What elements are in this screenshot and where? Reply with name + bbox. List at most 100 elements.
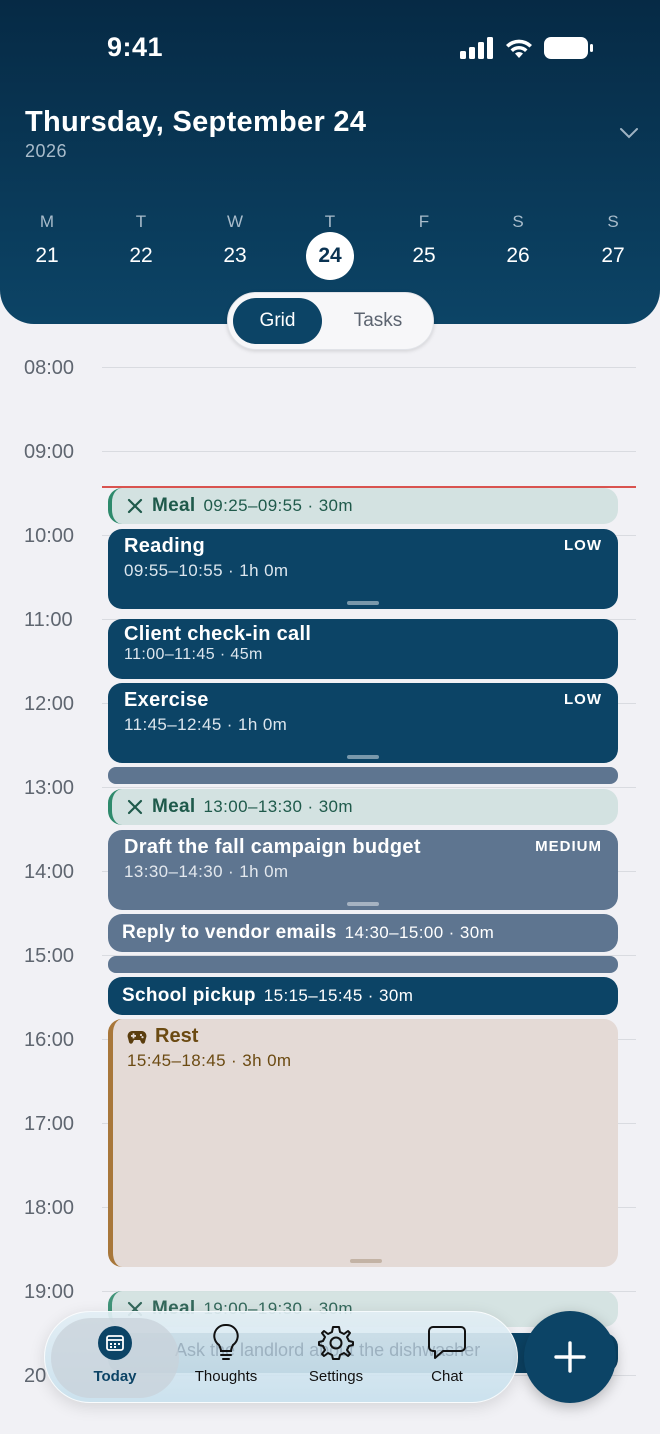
hour-label: 16:00 (24, 1029, 75, 1051)
day-letter: F (418, 212, 430, 231)
priority-badge: MEDIUM (535, 838, 602, 855)
hour-label: 17:00 (24, 1113, 75, 1135)
cellular-signal-icon (460, 37, 493, 59)
tab-label: Thoughts (194, 1368, 258, 1385)
hour-label: 11:00 (24, 609, 73, 631)
hour-line (102, 367, 636, 368)
status-icons (460, 36, 594, 60)
hour-label: 10:00 (24, 525, 75, 547)
event-time: 13:30–14:30 · 1h 0m (124, 862, 289, 881)
plus-icon (554, 1341, 586, 1373)
event-vendor-content: Reply to vendor emails 14:30–15:00 · 30m (122, 914, 494, 952)
event-title: Client check-in call (124, 623, 312, 645)
chevron-down-icon[interactable] (618, 122, 640, 144)
hour-label: 18:00 (24, 1197, 75, 1219)
day-mon[interactable]: M 21 (22, 210, 72, 290)
event-meal-content: Meal 09:25–09:55 · 30m (126, 488, 353, 524)
grid-tab[interactable]: Grid (233, 298, 322, 344)
gamepad-icon (127, 1030, 147, 1044)
resize-handle[interactable] (347, 755, 379, 759)
event-title: School pickup (122, 985, 256, 1006)
event-client-call[interactable]: Client check-in call 11:00–11:45 · 45m (108, 619, 618, 679)
event-time: 09:55–10:55 · 1h 0m (124, 561, 289, 580)
fork-knife-icon (127, 799, 143, 815)
resize-handle[interactable] (347, 601, 379, 605)
event-time: 09:25–09:55 · 30m (203, 496, 353, 515)
hour-label: 12:00 (24, 693, 75, 715)
event-meal[interactable]: Meal 09:25–09:55 · 30m (108, 488, 618, 524)
tab-today[interactable]: Today (60, 1322, 170, 1392)
week-strip: M 21 T 22 W 23 T 24 F 25 S 26 S 27 (0, 210, 660, 282)
tab-settings[interactable]: Settings (281, 1322, 391, 1392)
day-number: 23 (223, 244, 247, 267)
tab-chat[interactable]: Chat (392, 1322, 502, 1392)
chat-bubble-icon (428, 1326, 466, 1359)
fork-knife-icon (127, 498, 143, 514)
tab-label: Settings (308, 1368, 364, 1385)
event-school-pickup[interactable]: School pickup 15:15–15:45 · 30m (108, 977, 618, 1015)
event-vendor-emails[interactable]: Reply to vendor emails 14:30–15:00 · 30m (108, 914, 618, 952)
hour-label: 15:00 (24, 945, 75, 967)
day-tue[interactable]: T 22 (116, 210, 166, 290)
day-letter: S (512, 212, 524, 231)
resize-handle[interactable] (347, 902, 379, 906)
day-wed[interactable]: W 23 (210, 210, 260, 290)
hour-label: 09:00 (24, 441, 75, 463)
event-time: 11:45–12:45 · 1h 0m (124, 715, 288, 734)
event-time: 15:15–15:45 · 30m (263, 986, 414, 1005)
event-school-content: School pickup 15:15–15:45 · 30m (122, 977, 413, 1015)
event-title: Draft the fall campaign budget (124, 836, 421, 858)
event-time: 14:30–15:00 · 30m (344, 923, 495, 942)
day-letter: S (607, 212, 619, 231)
event-time: 13:00–13:30 · 30m (203, 797, 353, 816)
day-thu-selected[interactable]: T 24 (305, 210, 355, 290)
event-collapsed-block[interactable] (108, 956, 618, 973)
view-toggle: Grid Tasks (227, 292, 434, 350)
event-time: 11:00–11:45 · 45m (124, 646, 263, 663)
add-button[interactable] (524, 1311, 616, 1403)
event-title: Reply to vendor emails (122, 922, 337, 943)
day-number: 26 (506, 244, 530, 267)
hour-label: 08:00 (24, 357, 75, 379)
event-collapsed-block[interactable] (108, 767, 618, 784)
hour-label: 14:00 (24, 861, 75, 883)
day-number: 24 (306, 232, 354, 280)
event-title: Reading (124, 535, 205, 557)
day-letter: T (324, 212, 336, 231)
hour-label: 20 (24, 1365, 47, 1387)
gear-icon (318, 1326, 354, 1360)
tasks-tab[interactable]: Tasks (332, 298, 424, 344)
day-letter: W (226, 212, 244, 231)
priority-badge: LOW (564, 537, 602, 554)
event-rest[interactable]: Rest 15:45–18:45 · 3h 0m (108, 1019, 618, 1267)
event-exercise[interactable]: Exercise 11:45–12:45 · 1h 0m LOW (108, 683, 618, 763)
hour-label: 19:00 (24, 1281, 75, 1303)
event-meal-content: Meal 13:00–13:30 · 30m (126, 789, 353, 825)
day-fri[interactable]: F 25 (399, 210, 449, 290)
event-title: Rest (155, 1025, 199, 1047)
event-title: Meal (152, 495, 196, 516)
calendar-icon (98, 1326, 132, 1360)
priority-badge: LOW (564, 691, 602, 708)
bottom-tab-bar: Ask the landlord about the dishwasher To… (44, 1311, 518, 1403)
day-number: 27 (601, 244, 625, 267)
header: 9:41 Thursday, September 24 2026 M 21 T … (0, 0, 660, 324)
event-meal[interactable]: Meal 13:00–13:30 · 30m (108, 789, 618, 825)
event-title: Meal (152, 796, 196, 817)
tab-label: Chat (431, 1368, 463, 1385)
day-sun[interactable]: S 27 (588, 210, 638, 290)
wifi-icon (506, 39, 532, 58)
event-reading[interactable]: Reading 09:55–10:55 · 1h 0m LOW (108, 529, 618, 609)
battery-icon (544, 37, 593, 59)
hour-label: 13:00 (24, 777, 75, 799)
day-sat[interactable]: S 26 (493, 210, 543, 290)
tab-thoughts[interactable]: Thoughts (171, 1322, 281, 1392)
date-title[interactable]: Thursday, September 24 (25, 106, 366, 139)
day-letter: T (135, 212, 147, 231)
resize-handle[interactable] (350, 1259, 382, 1263)
hour-line (102, 787, 636, 788)
status-time: 9:41 (107, 32, 164, 62)
date-year: 2026 (25, 141, 68, 161)
event-title: Exercise (124, 689, 209, 711)
event-campaign-budget[interactable]: Draft the fall campaign budget 13:30–14:… (108, 830, 618, 910)
